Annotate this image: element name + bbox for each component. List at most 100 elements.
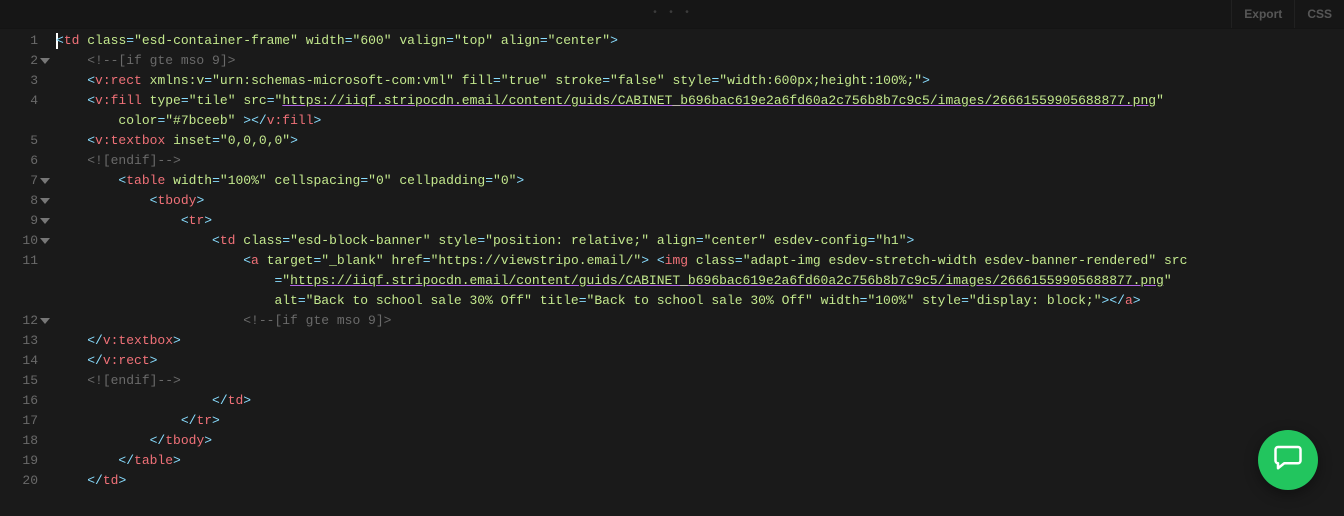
line-number: 12 (0, 311, 44, 331)
line-number: 1 (0, 31, 44, 51)
token-p: = (485, 171, 493, 191)
token-s: " (1164, 271, 1172, 291)
token-w (548, 71, 556, 91)
code-line[interactable]: ="https://iiqf.stripocdn.email/content/g… (56, 271, 1336, 291)
line-number: 3 (0, 71, 44, 91)
code-line[interactable]: alt="Back to school sale 30% Off" title=… (56, 291, 1336, 311)
token-w (165, 171, 173, 191)
token-a: esdev-config (774, 231, 868, 251)
code-line[interactable]: <td class="esd-container-frame" width="6… (56, 31, 1336, 51)
code-line[interactable]: <v:textbox inset="0,0,0,0"> (56, 131, 1336, 151)
code-area[interactable]: <td class="esd-container-frame" width="6… (44, 29, 1344, 516)
token-s: "h1" (875, 231, 906, 251)
token-w (1156, 251, 1164, 271)
line-number: 2 (0, 51, 44, 71)
code-line[interactable]: </tbody> (56, 431, 1336, 451)
token-p: > (204, 211, 212, 231)
topbar-actions: Export CSS (1231, 0, 1344, 28)
token-s: "0" (368, 171, 391, 191)
token-s: "position: relative;" (485, 231, 649, 251)
chat-fab[interactable] (1258, 430, 1318, 490)
token-a: target (267, 251, 314, 271)
token-p: > (173, 451, 181, 471)
token-a: src (243, 91, 266, 111)
token-a: type (150, 91, 181, 111)
token-a: alt (274, 291, 297, 311)
token-p: = (735, 251, 743, 271)
code-line[interactable]: <tbody> (56, 191, 1336, 211)
code-line[interactable]: <![endif]--> (56, 151, 1336, 171)
token-w (142, 71, 150, 91)
token-p: </ (181, 411, 197, 431)
token-p: = (711, 71, 719, 91)
token-a: class (243, 231, 282, 251)
token-p: = (313, 251, 321, 271)
code-line[interactable]: </td> (56, 471, 1336, 491)
token-p: < (212, 231, 220, 251)
token-s: " (282, 271, 290, 291)
token-p: > (196, 191, 204, 211)
css-button[interactable]: CSS (1294, 0, 1344, 28)
token-url: https://iiqf.stripocdn.email/content/gui… (290, 271, 1164, 291)
token-w (649, 251, 657, 271)
code-line[interactable]: </td> (56, 391, 1336, 411)
token-p: > (173, 331, 181, 351)
token-t: v:rect (103, 351, 150, 371)
token-p: < (181, 211, 189, 231)
token-a: src (1164, 251, 1187, 271)
token-s: " (1156, 91, 1164, 111)
token-t: tbody (157, 191, 196, 211)
code-line[interactable]: <v:fill type="tile" src="https://iiqf.st… (56, 91, 1336, 111)
token-p: > (204, 431, 212, 451)
token-p: </ (87, 331, 103, 351)
line-number: 15 (0, 371, 44, 391)
code-line[interactable]: </v:textbox> (56, 331, 1336, 351)
code-line[interactable]: <!--[if gte mso 9]> (56, 311, 1336, 331)
token-p: < (87, 71, 95, 91)
line-number: 20 (0, 471, 44, 491)
line-number: 5 (0, 131, 44, 151)
token-t: v:textbox (95, 131, 165, 151)
drag-handle-icon[interactable]: • • • (652, 4, 692, 24)
code-line[interactable]: <a target="_blank" href="https://viewstr… (56, 251, 1336, 271)
token-p: > (314, 111, 322, 131)
code-line[interactable]: <!--[if gte mso 9]> (56, 51, 1336, 71)
code-line[interactable]: <tr> (56, 211, 1336, 231)
code-line[interactable]: <v:rect xmlns:v="urn:schemas-microsoft-c… (56, 71, 1336, 91)
line-number: 19 (0, 451, 44, 471)
token-t: td (228, 391, 244, 411)
line-number: 18 (0, 431, 44, 451)
code-line[interactable]: <table width="100%" cellspacing="0" cell… (56, 171, 1336, 191)
token-a: class (696, 251, 735, 271)
token-w (384, 251, 392, 271)
token-w (142, 91, 150, 111)
token-p: = (274, 271, 282, 291)
token-p: = (212, 171, 220, 191)
token-p: = (204, 71, 212, 91)
code-line[interactable]: </table> (56, 451, 1336, 471)
token-p: = (298, 291, 306, 311)
editor-body[interactable]: 1234567891011121314151617181920 <td clas… (0, 29, 1344, 516)
token-c: <![endif]--> (87, 151, 181, 171)
token-s: "600" (353, 31, 392, 51)
code-line[interactable]: </tr> (56, 411, 1336, 431)
token-p: < (150, 191, 158, 211)
code-line[interactable]: <td class="esd-block-banner" style="posi… (56, 231, 1336, 251)
token-t: a (1125, 291, 1133, 311)
token-p: > (516, 171, 524, 191)
code-line[interactable]: </v:rect> (56, 351, 1336, 371)
code-line[interactable]: color="#7bceeb" ></v:fill> (56, 111, 1336, 131)
line-number: 16 (0, 391, 44, 411)
token-t: tbody (165, 431, 204, 451)
token-p: = (860, 291, 868, 311)
token-w (665, 71, 673, 91)
token-p: > (235, 111, 251, 131)
export-button[interactable]: Export (1231, 0, 1294, 28)
token-s: "#7bceeb" (165, 111, 235, 131)
code-line[interactable]: <![endif]--> (56, 371, 1336, 391)
line-number-gutter: 1234567891011121314151617181920 (0, 29, 44, 516)
token-s: "_blank" (321, 251, 383, 271)
token-p: </ (87, 471, 103, 491)
line-number: 4 (0, 91, 44, 111)
line-number (0, 291, 44, 311)
